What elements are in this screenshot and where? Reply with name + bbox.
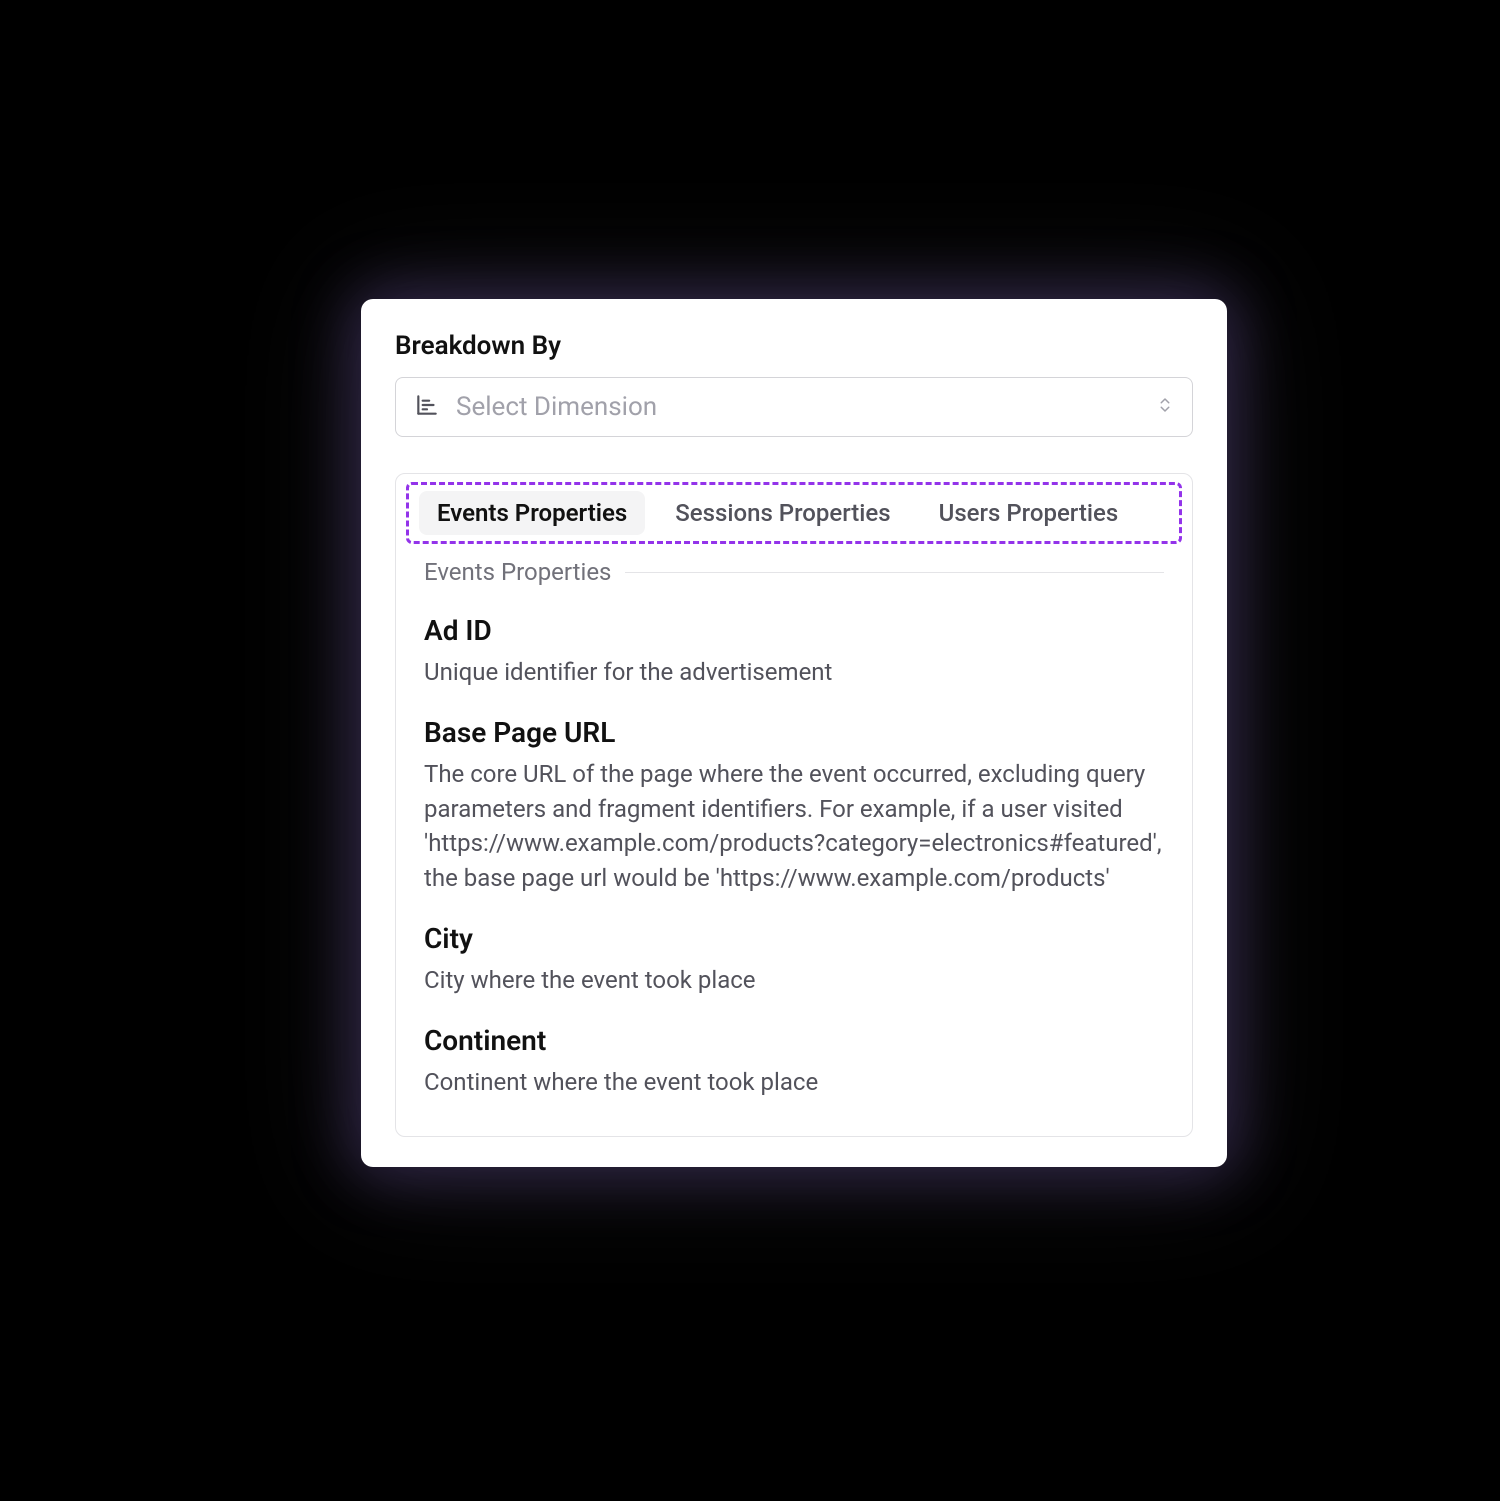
property-item-city[interactable]: City City where the event took place [424, 904, 1164, 1006]
breakdown-panel: Breakdown By Select Dimension Events Pro… [361, 299, 1227, 1167]
tabs-highlight-box: Events Properties Sessions Properties Us… [396, 474, 1192, 544]
panel-title: Breakdown By [395, 331, 1193, 361]
property-list: Ad ID Unique identifier for the advertis… [396, 596, 1192, 1136]
section-divider [625, 572, 1164, 573]
property-name: Base Page URL [424, 716, 1164, 749]
property-description: The core URL of the page where the event… [424, 757, 1164, 896]
property-name: Ad ID [424, 614, 1164, 647]
bar-chart-icon [414, 392, 440, 422]
section-header: Events Properties [396, 544, 1192, 596]
property-description: Continent where the event took place [424, 1065, 1164, 1100]
property-item-base-page-url[interactable]: Base Page URL The core URL of the page w… [424, 698, 1164, 904]
select-placeholder: Select Dimension [456, 392, 1140, 422]
property-description: Unique identifier for the advertisement [424, 655, 1164, 690]
chevrons-up-down-icon [1156, 396, 1174, 418]
section-label: Events Properties [424, 558, 611, 586]
property-name: Continent [424, 1024, 1164, 1057]
property-item-ad-id[interactable]: Ad ID Unique identifier for the advertis… [424, 596, 1164, 698]
dimension-select[interactable]: Select Dimension [395, 377, 1193, 437]
dimension-dropdown: Events Properties Sessions Properties Us… [395, 473, 1193, 1137]
tab-users-properties[interactable]: Users Properties [921, 491, 1137, 535]
property-item-continent[interactable]: Continent Continent where the event took… [424, 1006, 1164, 1108]
property-tabs: Events Properties Sessions Properties Us… [406, 482, 1182, 544]
tab-sessions-properties[interactable]: Sessions Properties [657, 491, 908, 535]
property-description: City where the event took place [424, 963, 1164, 998]
tab-events-properties[interactable]: Events Properties [419, 491, 645, 535]
property-name: City [424, 922, 1164, 955]
